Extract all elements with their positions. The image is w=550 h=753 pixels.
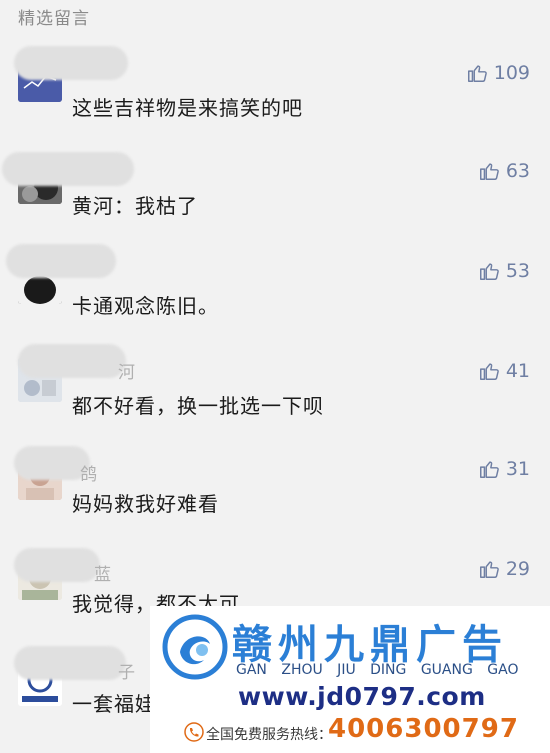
like-count: 53 xyxy=(505,260,530,282)
user-name-suffix: 蓝 xyxy=(94,565,111,585)
name-blur xyxy=(6,244,116,278)
like-count: 29 xyxy=(505,558,530,580)
hotline-number: 4006300797 xyxy=(328,714,519,744)
watermark: 赣州九鼎广告 GAN ZHOU JIU DING GUANG GAO www.j… xyxy=(150,606,550,753)
user-name-suffix: 鸽 xyxy=(80,465,97,485)
thumbs-up-icon xyxy=(479,561,499,578)
section-title: 精选留言 xyxy=(18,9,90,29)
phone-icon xyxy=(184,722,204,742)
comment-text: 都不好看，换一批选一下呗 xyxy=(72,394,324,418)
comment-item: 53 卡通观念陈旧。 xyxy=(0,244,550,334)
name-blur xyxy=(2,152,134,186)
like-button[interactable]: 109 xyxy=(466,62,530,84)
comment-item: 鸽 31 妈妈救我好难看 xyxy=(0,446,550,536)
hotline-label: 全国免费服务热线： xyxy=(206,727,332,743)
like-count: 109 xyxy=(493,62,530,84)
comment-text: 黄河：我枯了 xyxy=(72,194,198,218)
thumbs-up-icon xyxy=(479,363,499,380)
comment-item: 109 这些吉祥物是来搞笑的吧 xyxy=(0,46,550,136)
thumbs-up-icon xyxy=(467,65,487,82)
thumbs-up-icon xyxy=(479,163,499,180)
comment-text: 卡通观念陈旧。 xyxy=(72,294,219,318)
comment-item: 河 41 都不好看，换一批选一下呗 xyxy=(0,344,550,434)
like-count: 63 xyxy=(505,160,530,182)
like-button[interactable]: 53 xyxy=(478,260,530,282)
name-blur xyxy=(14,446,90,480)
like-count: 41 xyxy=(505,360,530,382)
comment-text: 这些吉祥物是来搞笑的吧 xyxy=(72,96,303,120)
user-name-suffix: 河 xyxy=(118,363,135,383)
watermark-pinyin: GAN ZHOU JIU DING GUANG GAO xyxy=(236,662,519,678)
name-blur xyxy=(18,344,126,378)
user-name-suffix: 子 xyxy=(118,663,135,683)
like-button[interactable]: 31 xyxy=(478,458,530,480)
like-count: 31 xyxy=(505,458,530,480)
name-blur xyxy=(14,46,128,80)
thumbs-up-icon xyxy=(479,263,499,280)
like-button[interactable]: 29 xyxy=(478,558,530,580)
like-button[interactable]: 63 xyxy=(478,160,530,182)
comment-text: 妈妈救我好难看 xyxy=(72,492,219,516)
name-blur xyxy=(14,548,100,582)
comment-item: 63 黄河：我枯了 xyxy=(0,152,550,242)
like-button[interactable]: 41 xyxy=(478,360,530,382)
company-logo-icon xyxy=(162,614,228,680)
watermark-url: www.jd0797.com xyxy=(238,682,486,711)
thumbs-up-icon xyxy=(479,461,499,478)
name-blur xyxy=(14,646,126,680)
